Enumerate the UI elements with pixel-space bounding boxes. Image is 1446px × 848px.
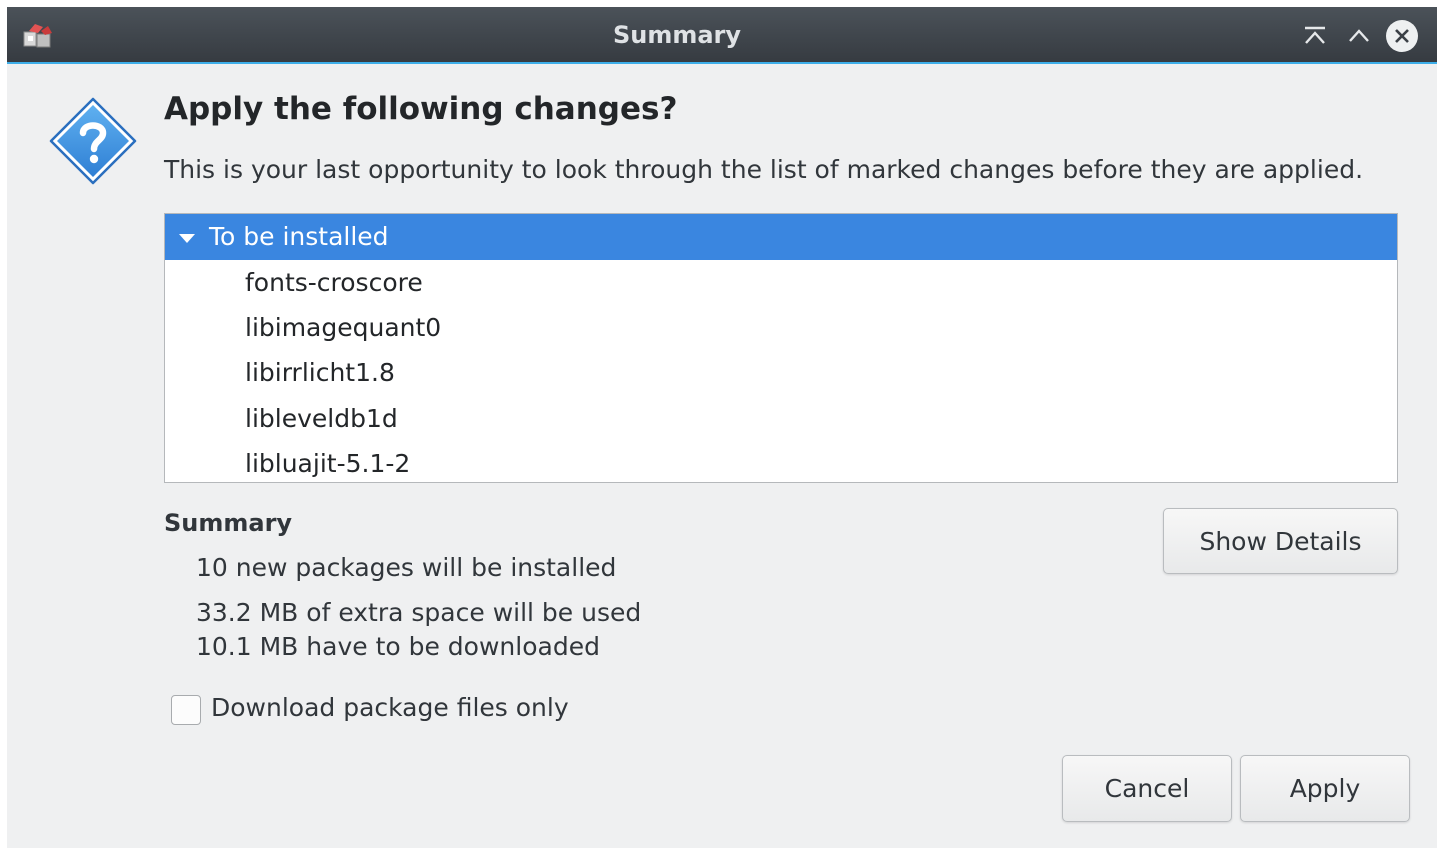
tree-group-to-be-installed[interactable]: To be installed — [165, 214, 1397, 260]
package-item[interactable]: libluajit-5.1-2 — [245, 441, 410, 482]
apply-button[interactable]: Apply — [1240, 755, 1410, 822]
summary-dialog: Summary Apply the following changes? Thi… — [7, 7, 1437, 848]
close-icon[interactable] — [1385, 19, 1419, 53]
package-item[interactable]: libleveldb1d — [245, 396, 398, 441]
download-only-checkbox[interactable] — [171, 695, 201, 725]
show-details-button[interactable]: Show Details — [1163, 508, 1398, 574]
keep-above-icon[interactable] — [1298, 19, 1332, 53]
dialog-heading: Apply the following changes? — [164, 91, 678, 127]
title-bar[interactable]: Summary — [7, 7, 1437, 64]
tree-group-label: To be installed — [209, 222, 389, 251]
cancel-button[interactable]: Cancel — [1062, 755, 1232, 822]
window-title: Summary — [612, 21, 742, 49]
dialog-description: This is your last opportunity to look th… — [164, 155, 1364, 184]
summary-new-packages: 10 new packages will be installed — [196, 553, 617, 582]
maximize-icon[interactable] — [1342, 19, 1376, 53]
download-only-label[interactable]: Download package files only — [211, 693, 569, 722]
changes-tree[interactable]: To be installed fonts-croscore libimageq… — [164, 213, 1398, 483]
summary-heading: Summary — [164, 509, 293, 537]
question-icon — [45, 93, 141, 189]
package-item[interactable]: libimagequant0 — [245, 305, 441, 350]
expand-arrow-icon[interactable] — [179, 234, 195, 243]
summary-extra-space: 33.2 MB of extra space will be used — [196, 598, 642, 627]
package-item[interactable]: libirrlicht1.8 — [245, 350, 395, 395]
summary-download-size: 10.1 MB have to be downloaded — [196, 632, 600, 661]
package-item[interactable]: fonts-croscore — [245, 260, 423, 305]
